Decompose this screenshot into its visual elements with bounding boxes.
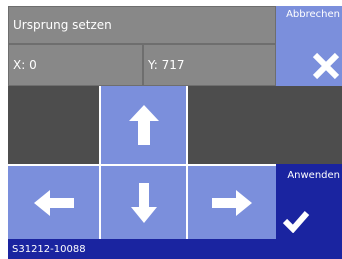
y-coordinate-value: Y: 717 xyxy=(148,58,185,72)
x-coordinate-field: X: 0 xyxy=(8,44,143,86)
empty-tile-right xyxy=(276,86,342,164)
cancel-button-label: Abbrechen xyxy=(286,9,340,20)
close-icon xyxy=(276,52,342,80)
move-right-button[interactable] xyxy=(188,166,276,239)
arrow-right-icon xyxy=(212,189,252,216)
page-title: Ursprung setzen xyxy=(13,18,112,32)
arrow-down-icon xyxy=(130,182,157,223)
checkmark-icon xyxy=(276,209,342,233)
empty-tile-left xyxy=(8,86,99,164)
apply-button[interactable]: Anwenden xyxy=(276,164,342,239)
empty-tile-center xyxy=(188,86,276,164)
y-coordinate-field: Y: 717 xyxy=(143,44,276,86)
arrow-left-icon xyxy=(33,189,74,216)
serial-number: S31212-10088 xyxy=(12,243,86,255)
status-bar: S31212-10088 xyxy=(8,239,342,259)
move-up-button[interactable] xyxy=(101,86,186,164)
apply-button-label: Anwenden xyxy=(287,170,340,181)
move-left-button[interactable] xyxy=(8,166,99,239)
arrow-up-icon xyxy=(128,105,159,145)
move-down-button[interactable] xyxy=(101,166,186,239)
title-field: Ursprung setzen xyxy=(8,6,276,44)
x-coordinate-value: X: 0 xyxy=(13,58,37,72)
cancel-button[interactable]: Abbrechen xyxy=(276,6,342,86)
